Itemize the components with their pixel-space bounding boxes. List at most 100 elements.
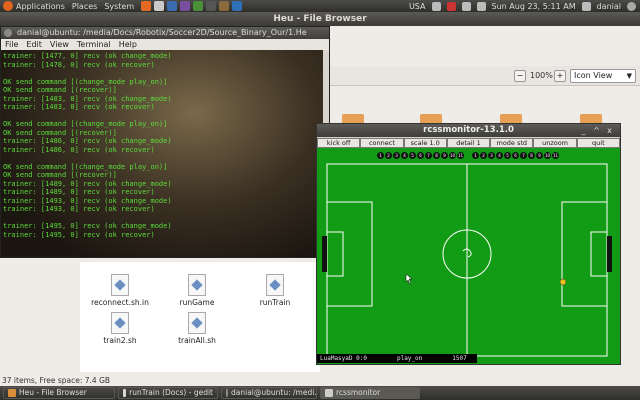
player-marker[interactable]: 11 (552, 152, 559, 159)
player-marker[interactable]: 5 (504, 152, 511, 159)
player-marker[interactable]: 1 (377, 152, 384, 159)
ubuntu-logo-icon[interactable] (3, 1, 13, 11)
mode-button[interactable]: mode std (490, 138, 534, 148)
minimize-button[interactable]: _ (579, 126, 588, 135)
text-editor-icon (123, 389, 127, 397)
mail-icon[interactable] (461, 1, 471, 11)
window-icon (325, 389, 333, 397)
menu-places[interactable]: Places (72, 2, 97, 11)
player-marker[interactable]: 1 (472, 152, 479, 159)
player-marker[interactable]: 6 (512, 152, 519, 159)
close-button[interactable]: x (605, 126, 614, 135)
terminal-line: trainer: [1495, 0] recv (ok recover) (3, 230, 155, 239)
terminal-line: trainer: [1483, 0] recv (ok recover) (3, 103, 155, 111)
script-file-icon (266, 274, 284, 296)
menu-edit[interactable]: Edit (26, 39, 42, 50)
terminal-line: OK send command [(recover)] (3, 86, 117, 94)
player-marker[interactable]: 3 (488, 152, 495, 159)
player-marker[interactable]: 6 (417, 152, 424, 159)
file-item[interactable]: runTrain (240, 274, 310, 307)
play-mode: play_on (396, 355, 423, 362)
terminal-line: OK send command [(change_mode play_on)] (3, 120, 168, 128)
maximize-button[interactable]: ^ (592, 126, 601, 135)
file-item[interactable]: runGame (162, 274, 232, 307)
player-marker[interactable]: 9 (441, 152, 448, 159)
zoom-out-button[interactable]: − (514, 70, 526, 82)
terminal-title: danial@ubuntu: /media/Docs/Robotix/Socce… (1, 27, 329, 39)
file-item[interactable]: trainAll.sh (162, 312, 232, 345)
menu-applications[interactable]: Applications (16, 2, 65, 11)
player-marker[interactable]: 4 (401, 152, 408, 159)
taskbar-rcssmonitor[interactable]: rcssmonitor (320, 387, 420, 399)
rcssmonitor-window: rcssmonitor-13.1.0 _ ^ x kick off connec… (316, 123, 621, 365)
file-item[interactable]: train2.sh (85, 312, 155, 345)
player-marker[interactable]: 5 (409, 152, 416, 159)
user-name[interactable]: danial (597, 2, 621, 11)
player-marker[interactable]: 3 (393, 152, 400, 159)
view-mode-select[interactable]: Icon View ▼ (570, 69, 636, 83)
kick-off-button[interactable]: kick off (317, 138, 361, 148)
terminal-launcher-icon[interactable] (206, 1, 217, 11)
window-controls: _ ^ x (579, 126, 614, 135)
terminal-line: trainer: [1483, 0] recv (ok change_mode) (3, 94, 172, 103)
taskbar-gedit[interactable]: runTrain (Docs) - gedit (118, 387, 218, 399)
folder-icon (8, 389, 16, 397)
quit-button[interactable]: quit (576, 138, 620, 148)
unzoom-button[interactable]: unzoom (533, 138, 577, 148)
menu-system[interactable]: System (104, 2, 134, 11)
file-name: trainAll.sh (178, 336, 216, 345)
stop-icon[interactable] (446, 1, 456, 11)
player-marker[interactable]: 2 (385, 152, 392, 159)
player-marker[interactable]: 8 (433, 152, 440, 159)
volume-icon[interactable] (476, 1, 486, 11)
score-text: LuaMasyaD 0:0 (320, 355, 367, 362)
app-launcher-icon[interactable] (193, 1, 204, 11)
player-marker[interactable]: 10 (544, 152, 551, 159)
help-launcher-icon[interactable] (167, 1, 178, 11)
file-item[interactable]: reconnect.sh.in (85, 274, 155, 307)
clock[interactable]: Sun Aug 23, 5:11 AM (492, 2, 576, 11)
player-marker[interactable]: 2 (480, 152, 487, 159)
terminal-menubar: File Edit View Terminal Help (1, 39, 329, 50)
file-grid: reconnect.sh.in runGame runTrain train2.… (80, 262, 320, 372)
menu-terminal[interactable]: Terminal (77, 39, 111, 50)
menu-help[interactable]: Help (119, 39, 137, 50)
menu-file[interactable]: File (5, 39, 18, 50)
zoom-in-button[interactable]: + (554, 70, 566, 82)
connect-button[interactable]: connect (360, 138, 404, 148)
soccer-field[interactable] (317, 148, 620, 364)
field-lines (322, 163, 612, 357)
taskbar-terminal[interactable]: danial@ubuntu: /medi... (221, 387, 317, 399)
detail-button[interactable]: detail 1 (446, 138, 491, 148)
mail-launcher-icon[interactable] (154, 1, 165, 11)
close-icon[interactable] (4, 29, 12, 37)
player-marker[interactable]: 4 (496, 152, 503, 159)
taskbar-file-browser[interactable]: Heu - File Browser (3, 387, 115, 399)
zoom-level: 100% (530, 71, 553, 80)
power-icon[interactable] (627, 1, 636, 11)
script-file-icon (188, 274, 206, 296)
player-marker[interactable]: 8 (528, 152, 535, 159)
gimp-launcher-icon[interactable] (180, 1, 191, 11)
player-marker[interactable]: 7 (425, 152, 432, 159)
terminal-line: trainer: [1489, 0] recv (ok change_mode) (3, 179, 172, 188)
scale-button[interactable]: scale 1.0 (403, 138, 447, 148)
menu-view[interactable]: View (50, 39, 69, 50)
player-marker[interactable]: 7 (520, 152, 527, 159)
file-name: runGame (179, 298, 215, 307)
player-marker[interactable]: 9 (536, 152, 543, 159)
task-label: rcssmonitor (336, 388, 381, 397)
editor-launcher-icon[interactable] (219, 1, 230, 11)
terminal-line: trainer: [1486, 0] recv (ok recover) (3, 145, 155, 154)
network-launcher-icon[interactable] (232, 1, 243, 11)
player-marker[interactable]: 11 (457, 152, 464, 159)
terminal-output[interactable]: trainer: [1477, 0] recv (ok change_mode)… (1, 50, 323, 257)
view-mode-value: Icon View (574, 71, 613, 80)
script-file-icon (111, 312, 129, 334)
status-bar: 37 items, Free space: 7.4 GB (0, 376, 640, 386)
keyboard-layout[interactable]: USA (409, 2, 426, 11)
player-marker[interactable]: 10 (449, 152, 456, 159)
terminal-line: trainer: [1486, 0] recv (ok change_mode) (3, 137, 172, 145)
network-icon[interactable] (431, 1, 441, 11)
firefox-launcher-icon[interactable] (141, 1, 152, 11)
